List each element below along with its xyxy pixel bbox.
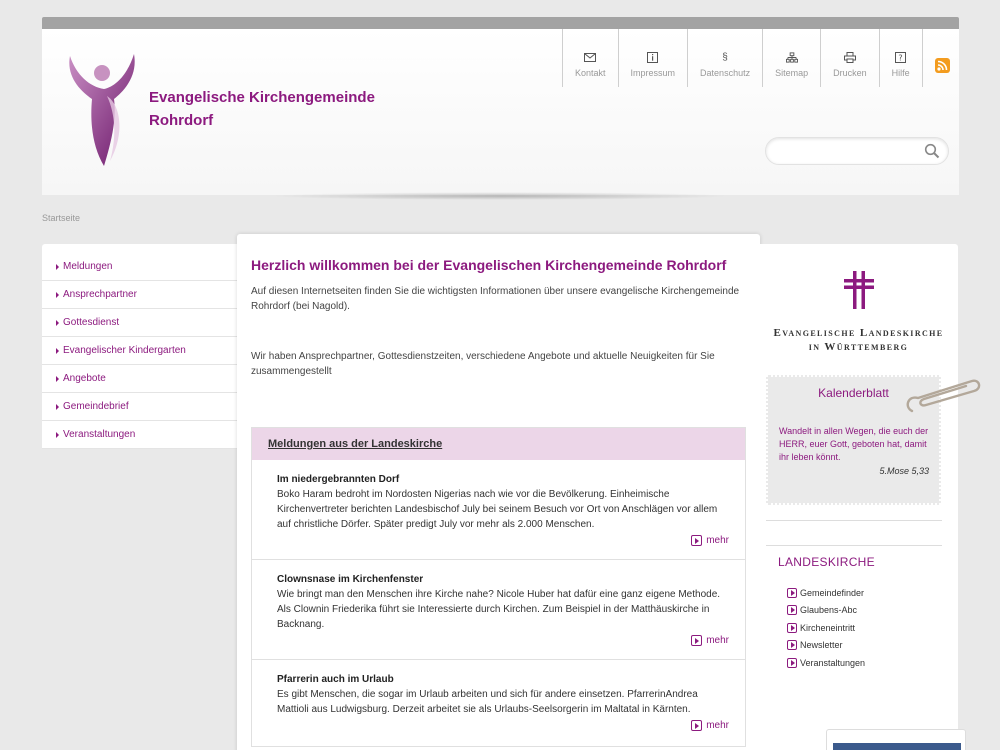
social-widget-bar: [833, 743, 961, 750]
news-item: Clownsnase im Kirchenfenster Wie bringt …: [252, 560, 745, 660]
news-text: Boko Haram bedroht im Nordosten Nigerias…: [277, 489, 718, 530]
news-item: Im niedergebrannten Dorf Boko Haram bedr…: [252, 460, 745, 560]
paperclip-icon: [906, 379, 981, 413]
top-bar: [42, 17, 959, 29]
sidebar-item-gemeindebrief[interactable]: Gemeindebrief: [42, 393, 238, 421]
social-widget[interactable]: [826, 729, 966, 750]
church-logo-icon[interactable]: [62, 51, 142, 169]
play-icon: [787, 605, 797, 616]
link-kircheneintritt[interactable]: Kircheneintritt: [787, 619, 865, 637]
play-icon: [691, 535, 703, 546]
play-icon: [787, 587, 797, 598]
link-glaubens-abc[interactable]: Glaubens-Abc: [787, 602, 865, 620]
right-column: Evangelische Landeskirche in Württemberg…: [759, 244, 981, 750]
help-icon: ?: [895, 51, 907, 63]
news-title[interactable]: Im niedergebrannten Dorf: [277, 474, 729, 485]
search-icon[interactable]: [924, 143, 940, 159]
divider: [766, 545, 942, 546]
cross-icon: [843, 271, 874, 309]
search-box: [765, 137, 949, 165]
main-content: Herzlich willkommen bei der Evangelische…: [237, 234, 760, 750]
play-icon: [691, 720, 703, 731]
landeskirche-links: Gemeindefinder Glaubens-Abc Kircheneintr…: [787, 584, 865, 672]
header: Evangelische Kirchengemeinde Rohrdorf Ko…: [42, 29, 959, 195]
rss-icon[interactable]: [935, 58, 950, 73]
play-icon: [691, 635, 703, 646]
svg-text:?: ?: [899, 53, 903, 62]
news-text: Es gibt Menschen, die sogar im Urlaub ar…: [277, 689, 698, 715]
sidebar-nav: Meldungen Ansprechpartner Gottesdienst E…: [42, 244, 238, 449]
sidebar-item-kindergarten[interactable]: Evangelischer Kindergarten: [42, 337, 238, 365]
sidebar-item-veranstaltungen[interactable]: Veranstaltungen: [42, 421, 238, 449]
sidebar-item-gottesdienst[interactable]: Gottesdienst: [42, 309, 238, 337]
landeskirche-logo-line1: Evangelische Landeskirche: [773, 327, 944, 339]
calendar-reference: 5.Mose 5,33: [879, 466, 929, 476]
sidebar-item-angebote[interactable]: Angebote: [42, 365, 238, 393]
landeskirche-logo-line2: in Württemberg: [808, 341, 909, 353]
service-nav: Kontakt Impressum § Datenschutz Sitemap …: [562, 29, 923, 87]
play-icon: [787, 622, 797, 633]
calendar-verse: Wandelt in allen Wegen, die euch der HER…: [779, 426, 929, 462]
breadcrumb[interactable]: Startseite: [42, 213, 80, 223]
site-title-line1: Evangelische Kirchengemeinde: [149, 89, 375, 106]
service-nav-drucken[interactable]: Drucken: [820, 29, 879, 87]
service-nav-impressum[interactable]: Impressum: [617, 29, 688, 87]
envelope-icon: [584, 51, 597, 63]
sidebar-item-ansprechpartner[interactable]: Ansprechpartner: [42, 281, 238, 309]
landeskirche-heading: LANDESKIRCHE: [778, 555, 875, 569]
news-box-heading[interactable]: Meldungen aus der Landeskirche: [252, 428, 745, 460]
news-text: Wie bringt man den Menschen ihre Kirche …: [277, 589, 721, 630]
news-more-link[interactable]: mehr: [691, 720, 729, 731]
service-nav-hilfe[interactable]: ? Hilfe: [878, 29, 923, 87]
divider: [766, 520, 942, 521]
play-icon: [787, 657, 797, 668]
service-nav-datenschutz[interactable]: § Datenschutz: [687, 29, 762, 87]
news-box: Meldungen aus der Landeskirche Im nieder…: [251, 427, 746, 747]
news-item: Pfarrerin auch im Urlaub Es gibt Mensche…: [252, 660, 745, 746]
service-nav-kontakt[interactable]: Kontakt: [562, 29, 618, 87]
play-icon: [787, 640, 797, 651]
search-input[interactable]: [776, 138, 926, 164]
intro-text: Auf diesen Internetseiten finden Sie die…: [251, 286, 740, 312]
news-more-link[interactable]: mehr: [691, 635, 729, 646]
news-title[interactable]: Clownsnase im Kirchenfenster: [277, 574, 729, 585]
info-icon: [647, 51, 659, 63]
paragraph-icon: §: [722, 51, 728, 63]
header-shadow: [270, 192, 730, 200]
landeskirche-logo[interactable]: Evangelische Landeskirche in Württemberg: [759, 271, 958, 354]
link-gemeindefinder[interactable]: Gemeindefinder: [787, 584, 865, 602]
link-veranstaltungen[interactable]: Veranstaltungen: [787, 654, 865, 672]
link-newsletter[interactable]: Newsletter: [787, 637, 865, 655]
news-title[interactable]: Pfarrerin auch im Urlaub: [277, 674, 729, 685]
page-title: Herzlich willkommen bei der Evangelische…: [251, 257, 727, 273]
sitemap-icon: [785, 51, 798, 63]
site-title-line2: Rohrdorf: [149, 112, 214, 129]
intro-text-2: Wir haben Ansprechpartner, Gottesdienstz…: [251, 351, 715, 377]
service-nav-sitemap[interactable]: Sitemap: [762, 29, 820, 87]
site-title[interactable]: Evangelische Kirchengemeinde Rohrdorf: [149, 86, 375, 132]
printer-icon: [843, 51, 856, 63]
sidebar-item-meldungen[interactable]: Meldungen: [42, 253, 238, 281]
news-more-link[interactable]: mehr: [691, 535, 729, 546]
